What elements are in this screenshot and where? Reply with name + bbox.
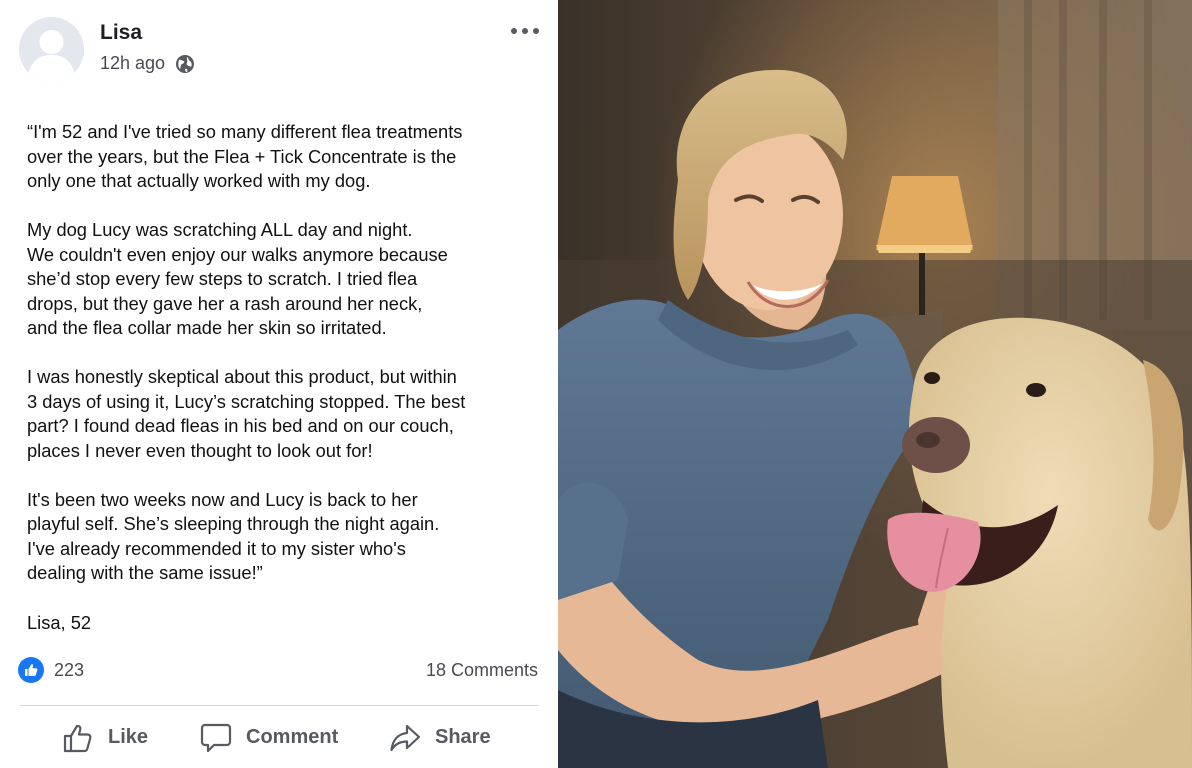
reaction-summary[interactable]: 223 xyxy=(18,657,84,683)
post-paragraph: I was honestly skeptical about this prod… xyxy=(27,366,466,461)
author-name[interactable]: Lisa xyxy=(100,21,142,45)
post-signature: Lisa, 52 xyxy=(27,612,92,633)
post-time[interactable]: 12h ago xyxy=(100,53,165,74)
like-reaction-icon xyxy=(18,657,44,683)
more-horizontal-icon[interactable] xyxy=(508,24,542,38)
like-button-label: Like xyxy=(108,726,149,748)
post-paragraph: It's been two weeks now and Lucy is back… xyxy=(27,488,440,584)
post-paragraph: “I'm 52 and I've tried so many different… xyxy=(27,121,463,191)
share-button-label: Share xyxy=(435,726,491,748)
comment-count[interactable]: 18 Comments xyxy=(426,660,538,681)
avatar[interactable] xyxy=(19,17,84,82)
woman-with-dog-photo xyxy=(558,0,1192,768)
comment-button[interactable]: Comment xyxy=(200,715,338,760)
globe-icon xyxy=(176,54,195,73)
post-meta: 12h ago xyxy=(100,53,195,74)
comment-icon xyxy=(200,723,232,752)
share-icon xyxy=(390,724,421,751)
like-button[interactable]: Like xyxy=(62,715,148,760)
like-count: 223 xyxy=(54,659,85,680)
share-button[interactable]: Share xyxy=(389,715,491,760)
post-photo xyxy=(558,0,1192,768)
default-avatar-icon xyxy=(19,17,84,82)
divider xyxy=(20,705,538,706)
post-card: Lisa 12h ago “I'm 52 and I've tried so m… xyxy=(0,0,558,768)
post-body: “I'm 52 and I've tried so many different… xyxy=(27,120,547,610)
thumbs-up-icon xyxy=(63,724,92,752)
comment-button-label: Comment xyxy=(246,726,339,748)
post-paragraph: My dog Lucy was scratching ALL day and n… xyxy=(27,219,448,338)
post-actions: Like Comment Share xyxy=(0,715,558,760)
